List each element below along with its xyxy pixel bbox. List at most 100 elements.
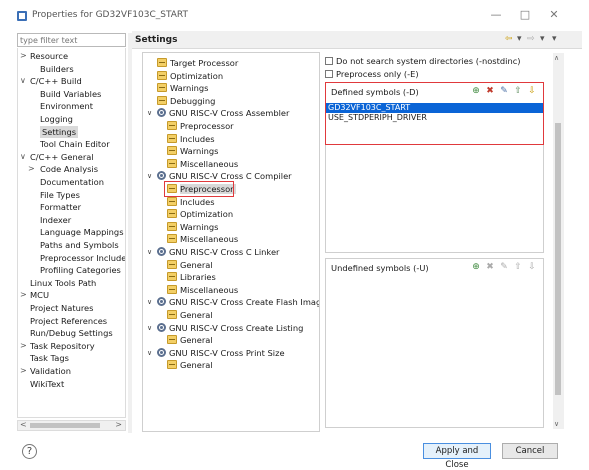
settings-vertical-scrollbar[interactable]: ∧ ∨ — [553, 53, 564, 429]
tool-tree-option[interactable]: Miscellaneous — [167, 158, 238, 170]
help-icon[interactable]: ? — [22, 444, 37, 459]
expand-arrow-icon[interactable]: > — [20, 365, 28, 377]
expand-arrow-icon[interactable]: ∨ — [147, 296, 155, 308]
move-up-icon[interactable]: ⇧ — [513, 86, 523, 96]
tool-tree-tool[interactable]: GNU RISC-V Cross C Linker — [157, 246, 279, 258]
filter-input[interactable] — [17, 33, 126, 47]
nav-item[interactable]: Documentation — [40, 176, 104, 188]
expand-arrow-icon[interactable]: > — [20, 340, 28, 352]
left-horizontal-scrollbar[interactable]: < > — [17, 420, 126, 431]
tool-tree-option[interactable]: Warnings — [167, 145, 218, 157]
nav-item[interactable]: Builders — [40, 63, 74, 75]
nav-item[interactable]: Run/Debug Settings — [30, 327, 113, 339]
expand-arrow-icon[interactable]: ∨ — [147, 170, 155, 182]
cancel-button[interactable]: Cancel — [502, 443, 558, 459]
expand-arrow-icon[interactable]: ∨ — [147, 246, 155, 258]
nav-item[interactable]: Indexer — [40, 214, 71, 226]
tool-tree-option[interactable]: Target Processor — [157, 57, 238, 69]
nav-item[interactable]: Environment — [40, 100, 93, 112]
nav-item[interactable]: C/C++ General — [30, 151, 94, 163]
close-button[interactable]: ✕ — [547, 8, 561, 22]
tool-tree-option[interactable]: Warnings — [167, 221, 218, 233]
tool-tree-option[interactable]: Debugging — [157, 95, 215, 107]
nav-item[interactable]: Paths and Symbols — [40, 239, 119, 251]
nav-item[interactable]: Logging — [40, 113, 73, 125]
tree-node-label: GNU RISC-V Cross C Linker — [169, 247, 280, 257]
nav-item[interactable]: Validation — [30, 365, 71, 377]
scroll-left-icon[interactable]: < — [20, 420, 27, 429]
add-icon[interactable]: ⊕ — [471, 262, 481, 272]
forward-menu-icon[interactable]: ▾ — [540, 34, 545, 44]
tool-tree-option[interactable]: Includes — [167, 196, 215, 208]
nav-item[interactable]: Code Analysis — [40, 163, 98, 175]
nav-item[interactable]: Resource — [30, 50, 68, 62]
move-down-icon[interactable]: ⇩ — [527, 86, 537, 96]
nav-item[interactable]: Profiling Categories — [40, 264, 121, 276]
nav-item[interactable]: Project References — [30, 315, 107, 327]
delete-icon[interactable]: ✖ — [485, 86, 495, 96]
defined-symbol-item[interactable]: GD32VF103C_START — [326, 103, 543, 113]
tool-tree-tool[interactable]: GNU RISC-V Cross Print Size — [157, 347, 285, 359]
maximize-button[interactable]: □ — [518, 8, 532, 22]
tool-tree-option[interactable]: Miscellaneous — [167, 233, 238, 245]
nav-item[interactable]: Settings — [40, 125, 79, 138]
expand-arrow-icon[interactable]: ∨ — [20, 75, 28, 87]
nostdinc-checkbox[interactable] — [325, 57, 333, 65]
tool-tree-option[interactable]: Miscellaneous — [167, 284, 238, 296]
tool-tree-tool[interactable]: GNU RISC-V Cross Create Listing — [157, 322, 303, 334]
nav-item[interactable]: Preprocessor Include — [40, 252, 125, 264]
tool-tree-option[interactable]: General — [167, 359, 213, 371]
tool-tree-option[interactable]: Libraries — [167, 271, 216, 283]
scroll-up-icon[interactable]: ∧ — [554, 54, 559, 62]
back-arrow-icon[interactable]: ⇦ — [505, 34, 513, 44]
tool-tree-option[interactable]: Preprocessor — [167, 120, 234, 132]
expand-arrow-icon[interactable]: ∨ — [147, 107, 155, 119]
nav-item[interactable]: Language Mappings — [40, 226, 124, 238]
nav-item[interactable]: C/C++ Build — [30, 75, 82, 87]
nav-item[interactable]: Task Tags — [30, 352, 69, 364]
tool-tree-option[interactable]: General — [167, 309, 213, 321]
nav-item[interactable]: Formatter — [40, 201, 81, 213]
defined-symbol-item[interactable]: USE_STDPERIPH_DRIVER — [326, 113, 543, 123]
nav-item[interactable]: Linux Tools Path — [30, 277, 96, 289]
tool-tree-tool[interactable]: GNU RISC-V Cross Create Flash Image — [157, 296, 319, 308]
expand-arrow-icon[interactable]: > — [20, 289, 28, 301]
expand-arrow-icon[interactable]: > — [28, 163, 36, 175]
expand-arrow-icon[interactable]: ∨ — [147, 322, 155, 334]
scroll-thumb[interactable] — [555, 123, 561, 395]
nostdinc-option[interactable]: Do not search system directories (-nostd… — [325, 55, 521, 67]
nav-item[interactable]: Tool Chain Editor — [40, 138, 110, 150]
preprocess-only-checkbox[interactable] — [325, 70, 333, 78]
nav-item[interactable]: File Types — [40, 189, 80, 201]
scroll-thumb[interactable] — [30, 423, 100, 428]
nav-item[interactable]: Task Repository — [30, 340, 95, 352]
tool-tree-tool[interactable]: GNU RISC-V Cross Assembler — [157, 107, 289, 119]
apply-and-close-button[interactable]: Apply and Close — [423, 443, 491, 470]
expand-arrow-icon[interactable]: ∨ — [147, 347, 155, 359]
scroll-right-icon[interactable]: > — [115, 420, 122, 429]
expand-arrow-icon[interactable]: > — [20, 50, 28, 62]
nav-item[interactable]: Project Natures — [30, 302, 93, 314]
edit-icon[interactable]: ✎ — [499, 86, 509, 96]
back-menu-icon[interactable]: ▾ — [517, 34, 522, 44]
preprocess-only-option[interactable]: Preprocess only (-E) — [325, 68, 419, 80]
tool-tree-option[interactable]: General — [167, 259, 213, 271]
tool-tree-option[interactable]: Optimization — [157, 70, 223, 82]
splitter[interactable] — [128, 33, 132, 433]
nav-item[interactable]: WikiText — [30, 378, 64, 390]
nav-item[interactable]: Build Variables — [40, 88, 101, 100]
tree-node-label: Optimization — [170, 70, 224, 81]
tool-tree-option[interactable]: Warnings — [157, 82, 208, 94]
scroll-down-icon[interactable]: ∨ — [554, 420, 559, 428]
nav-item[interactable]: MCU — [30, 289, 49, 301]
tool-tree-option[interactable]: General — [167, 334, 213, 346]
tool-tree-option[interactable]: Optimization — [167, 208, 233, 220]
view-menu-icon[interactable]: ▾ — [552, 34, 557, 44]
defined-symbols-list-area[interactable] — [325, 145, 544, 253]
tool-tree-option[interactable]: Includes — [167, 133, 215, 145]
minimize-button[interactable]: — — [489, 8, 503, 22]
expand-arrow-icon[interactable]: ∨ — [20, 151, 28, 163]
defined-symbols-list[interactable]: GD32VF103C_START USE_STDPERIPH_DRIVER — [326, 103, 543, 123]
forward-arrow-icon[interactable]: ⇨ — [527, 34, 535, 44]
add-icon[interactable]: ⊕ — [471, 86, 481, 96]
